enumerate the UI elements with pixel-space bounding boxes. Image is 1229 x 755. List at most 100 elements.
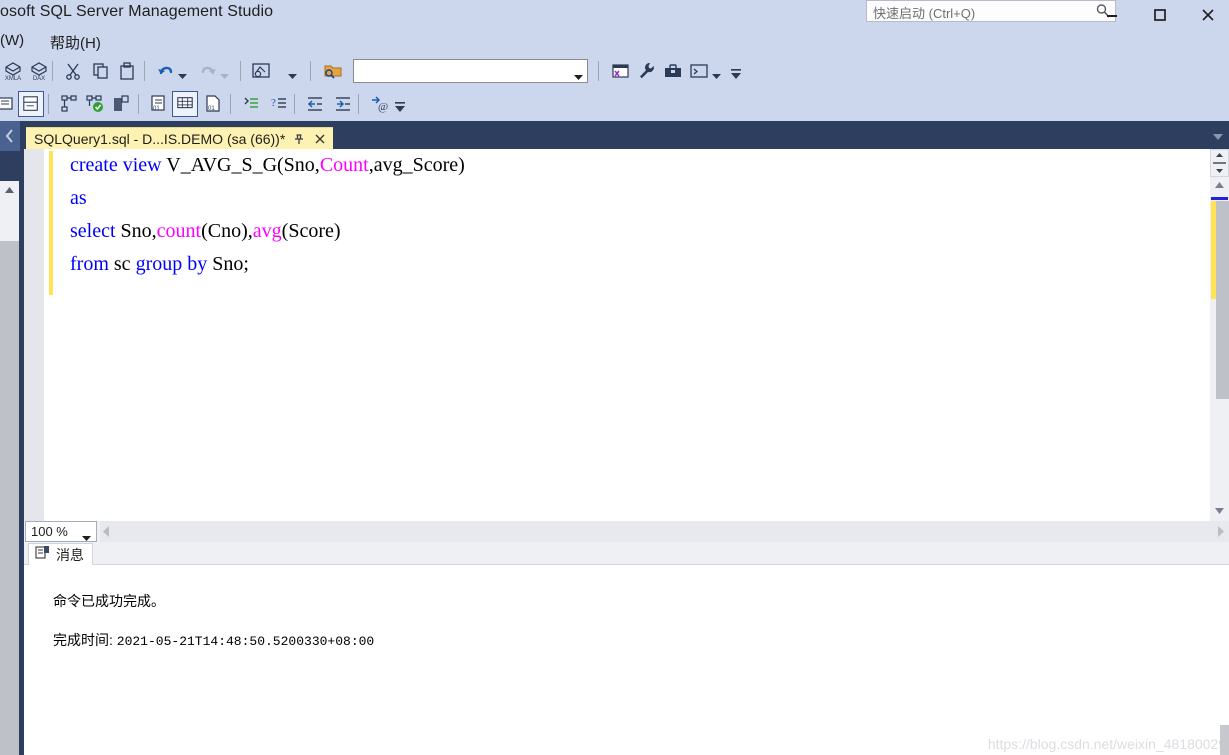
left-dock-rail (0, 121, 24, 755)
svg-text:XMLA: XMLA (5, 76, 21, 81)
paste-icon[interactable] (114, 58, 140, 84)
minimize-button[interactable] (1091, 0, 1133, 28)
results-to-file-icon[interactable]: 01 (200, 91, 226, 117)
code-token: Sno, (115, 220, 157, 242)
document-tab-label: SQLQuery1.sql - D...IS.DEMO (sa (66))* (34, 130, 286, 147)
messages-icon (35, 545, 50, 565)
editor-scroll-thumb[interactable] (1216, 201, 1229, 399)
message-success-text: 命令已成功完成。 (53, 593, 165, 609)
object-explorer-window-icon[interactable] (608, 58, 634, 84)
scroll-up-arrow-icon[interactable] (1210, 177, 1229, 194)
execute-query-icon[interactable] (82, 91, 108, 117)
toolbar-separator (294, 94, 295, 114)
open-file-icon[interactable] (320, 58, 346, 84)
zoom-level-dropdown[interactable]: 100 % (25, 521, 97, 542)
object-explorer-icon[interactable] (0, 91, 20, 117)
sql-editor[interactable]: create view V_AVG_S_G(Sno,Count,avg_Scor… (24, 149, 1229, 521)
editor-horizontal-scrollbar[interactable] (100, 521, 1229, 542)
editor-change-bar (49, 151, 53, 295)
code-token: ,avg_Score) (368, 154, 465, 176)
cut-icon[interactable] (60, 58, 86, 84)
redo-icon (194, 58, 220, 84)
tab-messages[interactable]: 消息 (28, 543, 93, 565)
code-token: (Cno), (201, 220, 253, 242)
xmla-query-icon[interactable]: XMLA (0, 58, 26, 84)
code-token: (Score) (281, 220, 341, 242)
toolbox-icon[interactable] (660, 58, 686, 84)
code-token: V_AVG_S_G(Sno, (161, 154, 320, 176)
comment-icon[interactable] (238, 91, 264, 117)
close-icon[interactable] (313, 132, 327, 146)
connect-icon[interactable] (56, 91, 82, 117)
chevron-left-icon (0, 129, 20, 155)
code-token: as (70, 187, 87, 209)
scroll-left-arrow-icon[interactable] (102, 525, 112, 538)
toolbar-separator (144, 61, 145, 81)
window-title: osoft SQL Server Management Studio (0, 3, 274, 20)
toolbar-overflow-icon[interactable] (394, 96, 406, 116)
menu-item-window[interactable]: (W) (0, 32, 24, 49)
sqlcmd-mode-icon[interactable]: @ (366, 91, 392, 117)
toolbar-separator (358, 94, 359, 114)
wrench-icon[interactable] (634, 58, 660, 84)
title-bar: osoft SQL Server Management Studio 快速启动 … (0, 0, 1229, 28)
new-query-dropdown-icon[interactable] (288, 67, 297, 79)
toolbar-separator (48, 94, 49, 114)
toolbar-separator (310, 61, 311, 81)
command-prompt-dropdown-icon[interactable] (712, 67, 721, 79)
svg-text:@: @ (378, 101, 388, 113)
chevron-down-icon[interactable] (574, 68, 583, 80)
code-token: Sno; (207, 253, 249, 275)
new-query-with-current-connection-icon[interactable] (248, 58, 274, 84)
scroll-down-arrow-icon[interactable] (1210, 502, 1229, 519)
quick-launch-placeholder: 快速启动 (Ctrl+Q) (873, 6, 976, 21)
properties-window-icon[interactable] (18, 91, 44, 117)
toolbar-overflow-icon[interactable] (730, 63, 742, 83)
code-token: avg (252, 220, 282, 242)
document-tab-strip: SQLQuery1.sql - D...IS.DEMO (sa (66))* (24, 121, 1229, 149)
maximize-button[interactable] (1139, 0, 1181, 28)
svg-text:DAX: DAX (33, 76, 45, 81)
code-token: create (70, 154, 118, 176)
dax-query-icon[interactable]: DAX (26, 58, 52, 84)
parse-query-icon[interactable]: 01 (146, 91, 172, 117)
close-button[interactable] (1187, 0, 1229, 28)
code-token: from (70, 253, 109, 275)
pin-icon[interactable] (292, 132, 306, 146)
svg-text:01: 01 (208, 106, 215, 112)
chevron-down-icon[interactable] (82, 529, 91, 541)
editor-split-button[interactable] (1210, 149, 1229, 177)
undo-dropdown-icon[interactable] (178, 67, 187, 79)
code-line: create view V_AVG_S_G(Sno,Count,avg_Scor… (70, 149, 1207, 182)
left-pane-scroll-thumb[interactable] (0, 241, 19, 755)
database-combobox[interactable] (353, 59, 588, 83)
document-tab-sqlquery1[interactable]: SQLQuery1.sql - D...IS.DEMO (sa (66))* (26, 127, 334, 149)
sql-code[interactable]: create view V_AVG_S_G(Sno,Count,avg_Scor… (70, 149, 1207, 281)
message-completion-time: 完成时间: 2021-05-21T14:48:50.5200330+08:00 (53, 630, 374, 650)
quick-launch-input[interactable]: 快速启动 (Ctrl+Q) (866, 0, 1116, 22)
toolbar-separator (138, 94, 139, 114)
server-icon[interactable] (108, 91, 134, 117)
toolbar-separator (52, 61, 53, 81)
code-line: as (70, 182, 1207, 215)
decrease-indent-icon[interactable] (302, 91, 328, 117)
command-prompt-icon[interactable] (686, 58, 712, 84)
uncomment-icon[interactable]: ? (266, 91, 292, 117)
messages-body[interactable]: 命令已成功完成。 完成时间: 2021-05-21T14:48:50.52003… (24, 565, 1229, 755)
toolbar-separator (230, 94, 231, 114)
tab-messages-label: 消息 (56, 546, 84, 563)
results-to-grid-icon[interactable] (172, 91, 198, 117)
editor-vertical-scrollbar[interactable] (1210, 177, 1229, 521)
menu-item-help[interactable]: 帮助(H) (50, 32, 101, 53)
zoom-level-value: 100 % (31, 524, 68, 539)
left-pane-scrollbar[interactable] (0, 181, 19, 755)
tab-list-chevron-icon[interactable] (1211, 130, 1225, 142)
undo-icon[interactable] (152, 58, 178, 84)
expand-object-explorer-button[interactable] (0, 121, 20, 151)
increase-indent-icon[interactable] (330, 91, 356, 117)
code-token: count (156, 220, 202, 242)
scroll-up-arrow-icon[interactable] (0, 181, 19, 200)
scroll-right-arrow-icon[interactable] (1215, 525, 1225, 538)
menu-bar: (W) 帮助(H) (0, 28, 1229, 55)
copy-icon[interactable] (88, 58, 114, 84)
